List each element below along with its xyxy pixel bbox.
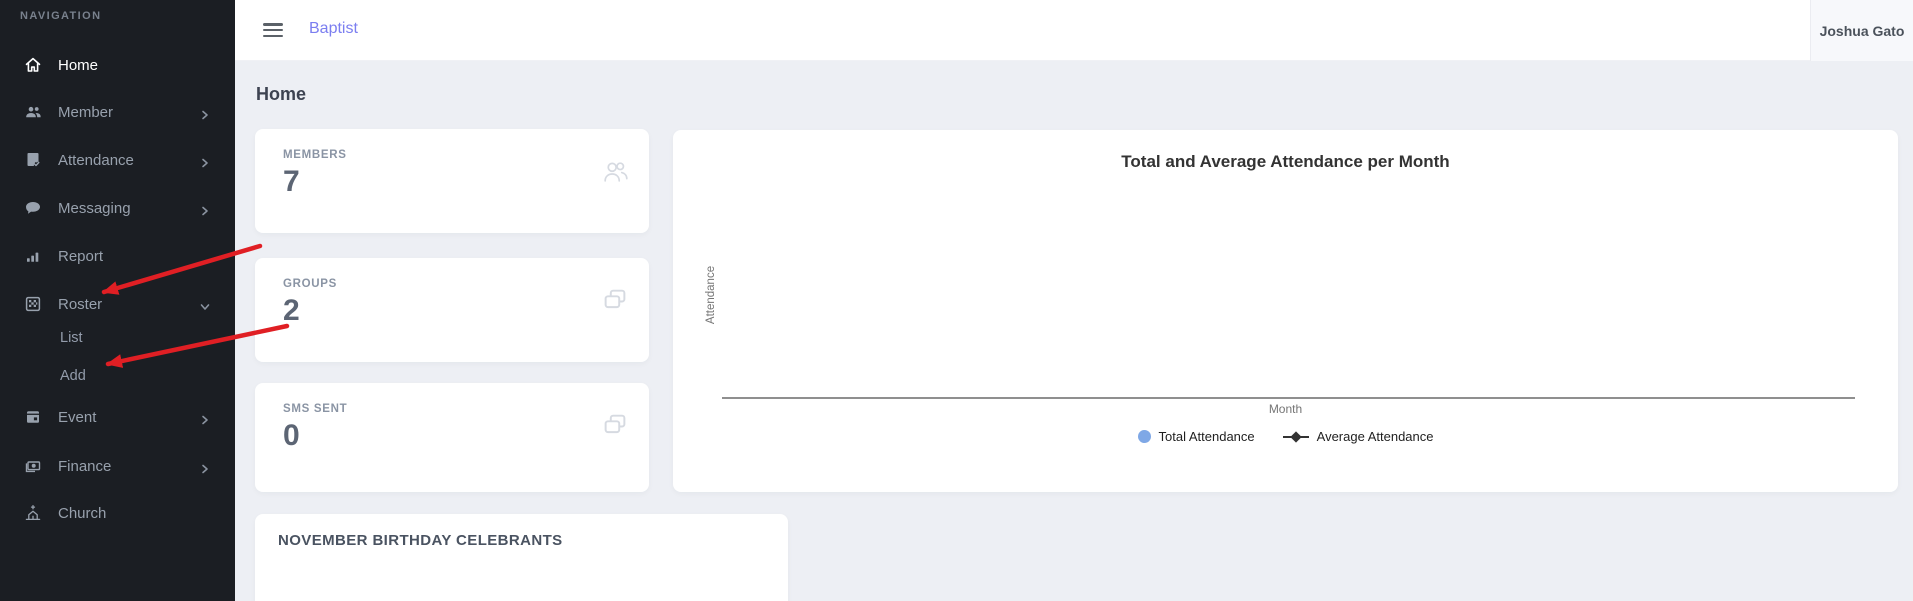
legend-item-average-attendance[interactable]: Average Attendance [1283, 429, 1434, 444]
sidebar-item-label: Roster [58, 296, 102, 313]
sidebar-item-label: Church [58, 505, 106, 522]
stat-card-groups: GROUPS 2 [255, 258, 649, 362]
stat-value: 0 [283, 419, 300, 453]
attendance-chart-card: Total and Average Attendance per Month A… [673, 130, 1898, 492]
chevron-right-icon [200, 412, 210, 422]
sidebar-item-home[interactable]: Home [0, 49, 235, 81]
sidebar-item-label: Messaging [58, 200, 131, 217]
chevron-right-icon [200, 107, 210, 117]
sidebar: NAVIGATION Home Member [0, 0, 235, 601]
sidebar-item-roster-add[interactable]: Add [0, 360, 235, 392]
brand-link[interactable]: Baptist [309, 20, 358, 38]
chevron-down-icon [200, 299, 210, 309]
diamond-marker-icon [1283, 436, 1309, 438]
sidebar-item-report[interactable]: Report [0, 240, 235, 272]
chevron-right-icon [200, 203, 210, 213]
stack-icon [600, 411, 630, 441]
birthday-card-title: NOVEMBER BIRTHDAY CELEBRANTS [278, 532, 563, 549]
chevron-right-icon [200, 461, 210, 471]
page-title: Home [256, 84, 306, 105]
birthday-celebrants-card: NOVEMBER BIRTHDAY CELEBRANTS [255, 514, 788, 601]
app-window: NAVIGATION Home Member [0, 0, 1913, 601]
sidebar-item-attendance[interactable]: Attendance [0, 144, 235, 176]
sidebar-item-label: Home [58, 57, 98, 74]
sidebar-item-messaging[interactable]: Messaging [0, 192, 235, 224]
stat-card-sms-sent: SMS SENT 0 [255, 383, 649, 492]
members-icon [24, 103, 42, 121]
people-icon [600, 157, 630, 187]
sidebar-item-label: Report [58, 248, 103, 265]
legend-label: Total Attendance [1159, 429, 1255, 444]
sidebar-item-roster[interactable]: Roster [0, 288, 235, 320]
finance-icon [24, 457, 42, 475]
user-menu[interactable]: Joshua Gato [1810, 0, 1913, 61]
chevron-right-icon [200, 155, 210, 165]
sidebar-item-member[interactable]: Member [0, 96, 235, 128]
home-icon [24, 56, 42, 74]
sidebar-item-label: Attendance [58, 152, 134, 169]
sidebar-item-label: Finance [58, 458, 111, 475]
chart-x-axis-label: Month [673, 402, 1898, 416]
stat-label: GROUPS [283, 278, 337, 290]
sidebar-item-finance[interactable]: Finance [0, 450, 235, 482]
roster-icon [24, 295, 42, 313]
user-name: Joshua Gato [1820, 23, 1905, 39]
sidebar-subitem-label: List [60, 330, 83, 346]
church-icon [24, 504, 42, 522]
calendar-icon [24, 408, 42, 426]
hamburger-menu-icon[interactable] [263, 23, 283, 38]
sidebar-subitem-label: Add [60, 368, 86, 384]
stat-card-members: MEMBERS 7 [255, 129, 649, 233]
sidebar-item-label: Event [58, 409, 96, 426]
legend-label: Average Attendance [1317, 429, 1434, 444]
stat-label: MEMBERS [283, 149, 347, 161]
report-icon [24, 247, 42, 265]
chart-title: Total and Average Attendance per Month [673, 152, 1898, 172]
stat-value: 7 [283, 165, 300, 199]
sidebar-item-roster-list[interactable]: List [0, 322, 235, 354]
chart-x-axis-line [722, 397, 1855, 399]
sidebar-item-church[interactable]: Church [0, 497, 235, 529]
topbar: Baptist Joshua Gato [235, 0, 1913, 61]
sidebar-section-label: NAVIGATION [20, 10, 101, 22]
stack-icon [600, 286, 630, 316]
attendance-icon [24, 151, 42, 169]
chart-legend: Total Attendance Average Attendance [673, 429, 1898, 444]
stat-value: 2 [283, 294, 300, 328]
legend-item-total-attendance[interactable]: Total Attendance [1138, 429, 1255, 444]
sidebar-item-event[interactable]: Event [0, 401, 235, 433]
sidebar-item-label: Member [58, 104, 113, 121]
circle-marker-icon [1138, 430, 1151, 443]
chart-y-axis-label: Attendance [705, 266, 717, 324]
chat-icon [24, 199, 42, 217]
main-content: Home MEMBERS 7 GROUPS 2 [235, 61, 1913, 601]
stat-label: SMS SENT [283, 403, 347, 415]
